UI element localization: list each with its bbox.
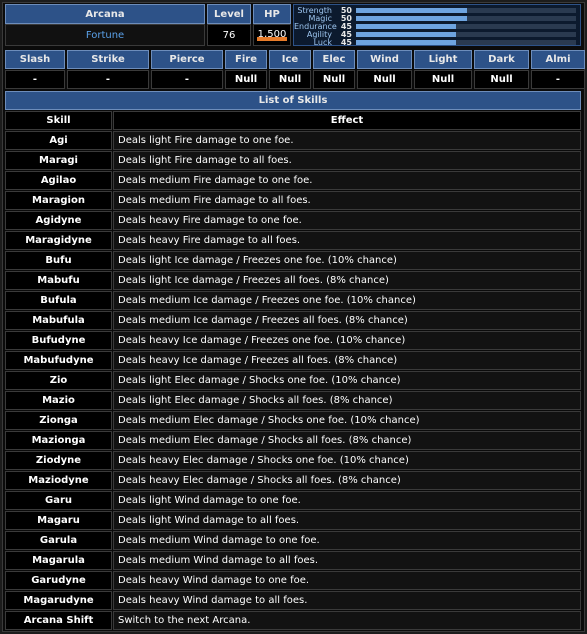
- skill-effect: Deals light Wind damage to all foes.: [113, 511, 581, 530]
- affinity-header-slash: Slash: [5, 50, 65, 69]
- skill-name[interactable]: Zio: [5, 371, 112, 390]
- skill-effect: Deals light Elec damage / Shocks all foe…: [113, 391, 581, 410]
- skill-effect: Deals light Fire damage to one foe.: [113, 131, 581, 150]
- affinity-value-ice: Null: [269, 70, 311, 89]
- stat-row-agility: Agility 45: [294, 31, 580, 39]
- affinity-value-light: Null: [414, 70, 472, 89]
- stat-bar-fill: [356, 32, 456, 37]
- skill-effect: Deals medium Fire damage to all foes.: [113, 191, 581, 210]
- stat-bar-track: [356, 8, 576, 13]
- skill-effect: Deals heavy Fire damage to all foes.: [113, 231, 581, 250]
- skill-name[interactable]: Garu: [5, 491, 112, 510]
- affinity-header-strike: Strike: [67, 50, 149, 69]
- skill-effect: Deals light Ice damage / Freezes all foe…: [113, 271, 581, 290]
- skill-name[interactable]: Magarula: [5, 551, 112, 570]
- skill-name[interactable]: Garula: [5, 531, 112, 550]
- skill-effect: Deals medium Wind damage to all foes.: [113, 551, 581, 570]
- stat-bar-fill: [356, 40, 456, 45]
- skill-column-header: Skill: [5, 111, 112, 130]
- stat-row-luck: Luck 45: [294, 39, 580, 47]
- skill-effect: Deals medium Elec damage / Shocks one fo…: [113, 411, 581, 430]
- skill-effect: Deals medium Ice damage / Freezes all fo…: [113, 311, 581, 330]
- arcana-header: Arcana: [5, 4, 205, 24]
- skill-name[interactable]: Magarudyne: [5, 591, 112, 610]
- affinity-value-fire: Null: [225, 70, 267, 89]
- affinity-value-pierce: -: [151, 70, 223, 89]
- skill-name[interactable]: Bufu: [5, 251, 112, 270]
- affinity-header-almi: Almi: [531, 50, 585, 69]
- skill-name[interactable]: Mabufula: [5, 311, 112, 330]
- skill-name[interactable]: Mabufudyne: [5, 351, 112, 370]
- hp-bar: [257, 37, 287, 41]
- affinity-header-elec: Elec: [313, 50, 355, 69]
- stat-row-endurance: Endurance 45: [294, 23, 580, 31]
- skills-list-title: List of Skills: [5, 91, 581, 110]
- stat-bar-fill: [356, 24, 456, 29]
- affinity-value-almi: -: [531, 70, 585, 89]
- stat-name: Luck: [313, 38, 332, 47]
- skill-effect: Deals heavy Elec damage / Shocks one foe…: [113, 451, 581, 470]
- affinity-header-wind: Wind: [357, 50, 412, 69]
- skill-name[interactable]: Maziodyne: [5, 471, 112, 490]
- skill-effect: Deals heavy Ice damage / Freezes one foe…: [113, 331, 581, 350]
- skill-name[interactable]: Mazio: [5, 391, 112, 410]
- stat-value: 45: [340, 38, 352, 47]
- effect-column-header: Effect: [113, 111, 581, 130]
- affinity-header-ice: Ice: [269, 50, 311, 69]
- skill-effect: Switch to the next Arcana.: [113, 611, 581, 630]
- stat-bar-fill: [356, 8, 468, 13]
- skill-effect: Deals heavy Wind damage to one foe.: [113, 571, 581, 590]
- stats-panel: Strength 50 Magic 50 Endurance 45 Agility 45 Luc…: [293, 4, 581, 47]
- skill-name[interactable]: Agidyne: [5, 211, 112, 230]
- stat-bar-track: [356, 24, 576, 29]
- arcana-value[interactable]: Fortune: [5, 24, 205, 46]
- skill-effect: Deals heavy Ice damage / Freezes all foe…: [113, 351, 581, 370]
- hp-header: HP: [253, 4, 291, 24]
- skill-name[interactable]: Maragidyne: [5, 231, 112, 250]
- stat-row-strength: Strength 50: [294, 7, 580, 15]
- affinity-header-pierce: Pierce: [151, 50, 223, 69]
- level-value: 76: [207, 24, 251, 46]
- stat-bar-track: [356, 40, 576, 45]
- skill-name[interactable]: Agilao: [5, 171, 112, 190]
- skill-name[interactable]: Ziodyne: [5, 451, 112, 470]
- skill-name[interactable]: Arcana Shift: [5, 611, 112, 630]
- skill-effect: Deals medium Ice damage / Freezes one fo…: [113, 291, 581, 310]
- affinity-header-light: Light: [414, 50, 472, 69]
- skill-effect: Deals light Fire damage to all foes.: [113, 151, 581, 170]
- affinity-value-wind: Null: [357, 70, 412, 89]
- skill-name[interactable]: Mabufu: [5, 271, 112, 290]
- skill-name[interactable]: Bufula: [5, 291, 112, 310]
- affinity-value-strike: -: [67, 70, 149, 89]
- skill-name[interactable]: Zionga: [5, 411, 112, 430]
- skill-effect: Deals medium Wind damage to one foe.: [113, 531, 581, 550]
- skill-effect: Deals medium Elec damage / Shocks all fo…: [113, 431, 581, 450]
- affinity-value-dark: Null: [474, 70, 529, 89]
- skill-name[interactable]: Bufudyne: [5, 331, 112, 350]
- skill-name[interactable]: Agi: [5, 131, 112, 150]
- level-header: Level: [207, 4, 251, 24]
- skill-effect: Deals medium Fire damage to one foe.: [113, 171, 581, 190]
- stat-bar-track: [356, 32, 576, 37]
- hp-box: 1,500: [253, 24, 291, 46]
- skill-effect: Deals heavy Wind damage to all foes.: [113, 591, 581, 610]
- stat-bar-track: [356, 16, 576, 21]
- affinity-value-slash: -: [5, 70, 65, 89]
- skill-effect: Deals light Wind damage to one foe.: [113, 491, 581, 510]
- skill-name[interactable]: Garudyne: [5, 571, 112, 590]
- skill-name[interactable]: Maragi: [5, 151, 112, 170]
- affinity-header-dark: Dark: [474, 50, 529, 69]
- skill-effect: Deals light Ice damage / Freezes one foe…: [113, 251, 581, 270]
- affinity-header-fire: Fire: [225, 50, 267, 69]
- skill-name[interactable]: Magaru: [5, 511, 112, 530]
- skill-effect: Deals heavy Fire damage to one foe.: [113, 211, 581, 230]
- skill-effect: Deals heavy Elec damage / Shocks all foe…: [113, 471, 581, 490]
- skill-name[interactable]: Mazionga: [5, 431, 112, 450]
- skill-effect: Deals light Elec damage / Shocks one foe…: [113, 371, 581, 390]
- stat-bar-fill: [356, 16, 468, 21]
- affinity-value-elec: Null: [313, 70, 355, 89]
- skill-name[interactable]: Maragion: [5, 191, 112, 210]
